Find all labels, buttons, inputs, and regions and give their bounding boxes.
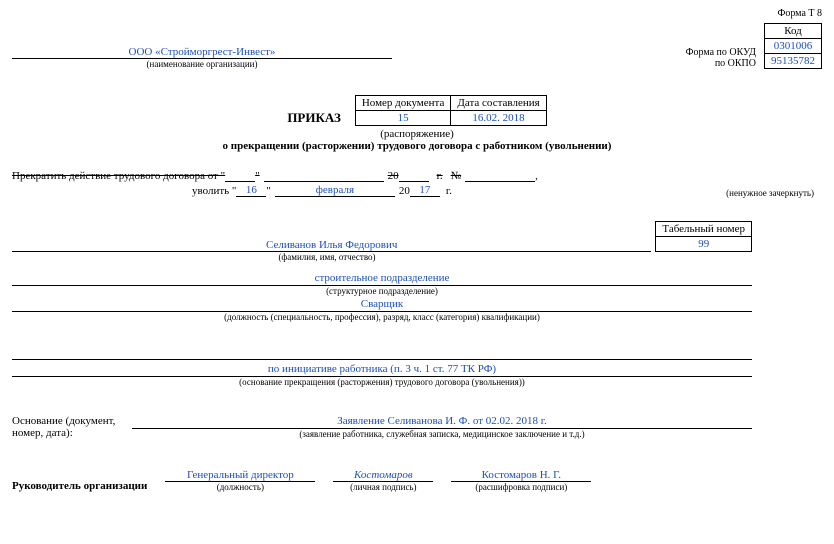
basis-caption: (заявление работника, служебная записка,… <box>132 429 752 439</box>
head-pos-caption: (должность) <box>217 482 264 492</box>
dismiss-month: февраля <box>275 184 395 197</box>
doc-meta-table: Номер документа Дата составления 15 16.0… <box>355 95 547 126</box>
basis-label2: номер, дата): <box>12 427 132 439</box>
head-decipher: Костомаров Н. Г. <box>451 469 591 482</box>
reason-caption: (основание прекращения (расторжения) тру… <box>12 377 752 387</box>
emp-name: Селиванов Илья Федорович <box>12 239 651 252</box>
code-header: Код <box>765 24 822 39</box>
position-caption: (должность (специальность, профессия), р… <box>12 312 752 322</box>
reason: по инициативе работника (п. 3 ч. 1 ст. 7… <box>12 363 752 377</box>
okpo-code: 95135782 <box>765 54 822 69</box>
code-table: Код 0301006 95135782 <box>764 23 822 69</box>
org-name: ООО «Стройморгрест-Инвест» <box>12 46 392 59</box>
terminate-prefix: Прекратить действие трудового договора о… <box>12 170 225 182</box>
q2: " <box>255 170 260 182</box>
title: ПРИКАЗ <box>287 110 341 126</box>
form-label: Форма Т 8 <box>12 8 822 19</box>
basis-label1: Основание (документ, <box>12 415 132 427</box>
dismiss-prefix: уволить " <box>192 185 236 197</box>
year-prefix2: 20 <box>399 185 410 197</box>
head-decipher-caption: (расшифровка подписи) <box>475 482 567 492</box>
tab-no: 99 <box>656 237 752 252</box>
side-note: (ненужное зачеркнуть) <box>726 188 814 198</box>
terminate-year <box>399 181 429 182</box>
org-caption: (наименование организации) <box>12 59 392 69</box>
subtitle2: о прекращении (расторжении) трудового до… <box>12 140 822 152</box>
terminate-day <box>225 181 255 182</box>
contract-no <box>465 181 535 182</box>
doc-no: 15 <box>355 111 451 126</box>
terminate-month <box>264 181 384 182</box>
doc-no-header: Номер документа <box>355 96 451 111</box>
dismiss-year: 17 <box>410 184 440 197</box>
emp-name-caption: (фамилия, имя, отчество) <box>12 252 642 262</box>
position: Сварщик <box>12 298 752 312</box>
doc-date: 16.02. 2018 <box>451 111 546 126</box>
okud-code: 0301006 <box>765 39 822 54</box>
dept-caption: (структурное подразделение) <box>12 286 752 296</box>
head-sign: Костомаров <box>333 469 433 482</box>
basis-text: Заявление Селиванова И. Ф. от 02.02. 201… <box>132 415 752 429</box>
doc-date-header: Дата составления <box>451 96 546 111</box>
head-sign-caption: (личная подпись) <box>350 482 416 492</box>
okud-label: Форма по ОКУД <box>686 47 760 58</box>
dismiss-day: 16 <box>236 184 266 197</box>
year-prefix: 20 <box>388 170 399 182</box>
head-position: Генеральный директор <box>165 469 315 482</box>
head-label: Руководитель организации <box>12 480 147 492</box>
okpo-label: по ОКПО <box>715 58 760 69</box>
no-label: № <box>451 170 462 182</box>
tab-header: Табельный номер <box>656 222 752 237</box>
tab-table: Табельный номер 99 <box>655 221 752 252</box>
q2b: " <box>266 185 271 197</box>
dept: строительное подразделение <box>12 272 752 286</box>
subtitle1: (распоряжение) <box>12 128 822 140</box>
g-label: г. <box>437 170 443 182</box>
g-label2: г. <box>446 185 452 197</box>
reason-blank-line <box>12 346 752 360</box>
